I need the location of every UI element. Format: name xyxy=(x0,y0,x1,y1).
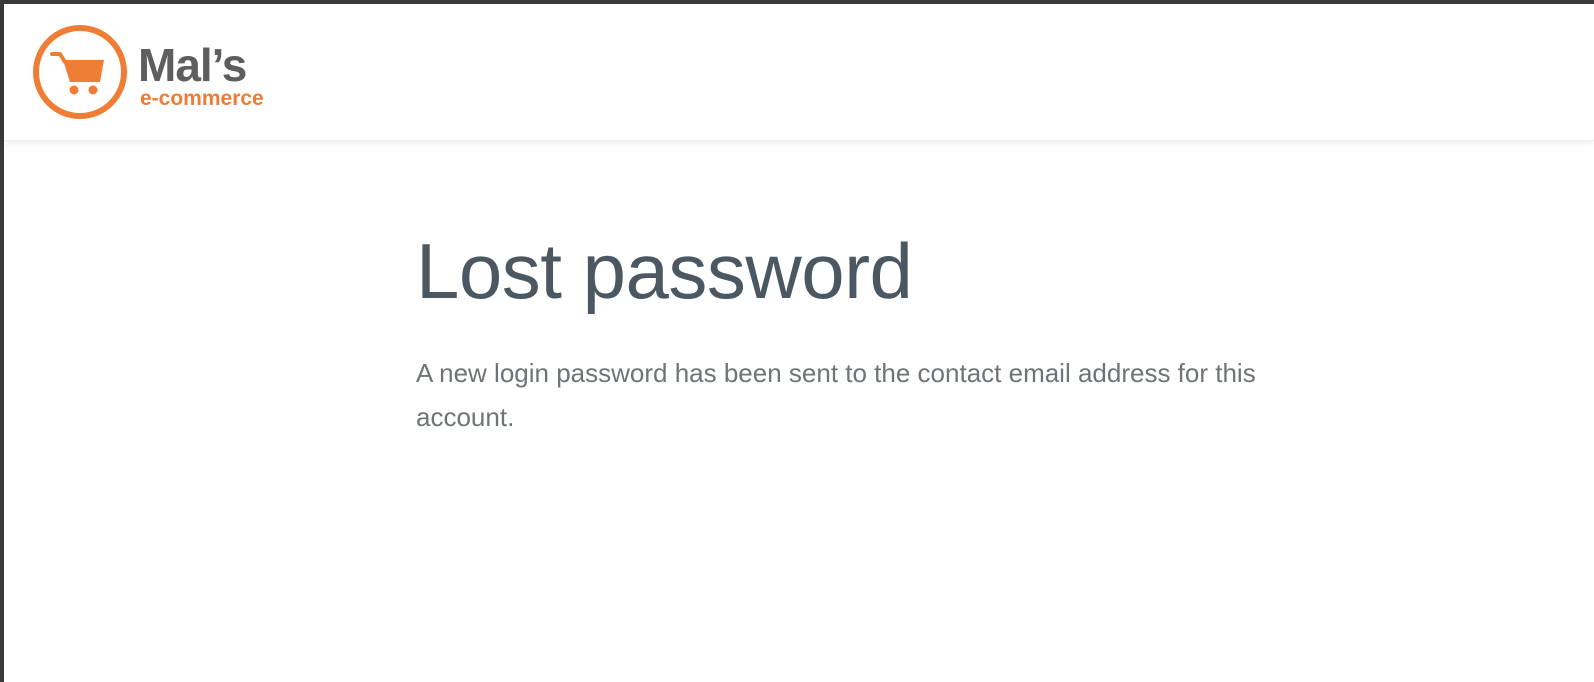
shopping-cart-icon xyxy=(33,25,127,119)
site-logo-link[interactable]: Mal’s e-commerce xyxy=(32,24,292,124)
confirmation-message: A new login password has been sent to th… xyxy=(416,358,1256,432)
logo-tagline: e-commerce xyxy=(140,87,264,110)
main-content: Lost password A new login password has b… xyxy=(416,225,1276,439)
logo-name: Mal’s xyxy=(138,39,247,91)
page-title: Lost password xyxy=(416,227,913,315)
site-header: Mal’s e-commerce xyxy=(4,4,1594,141)
